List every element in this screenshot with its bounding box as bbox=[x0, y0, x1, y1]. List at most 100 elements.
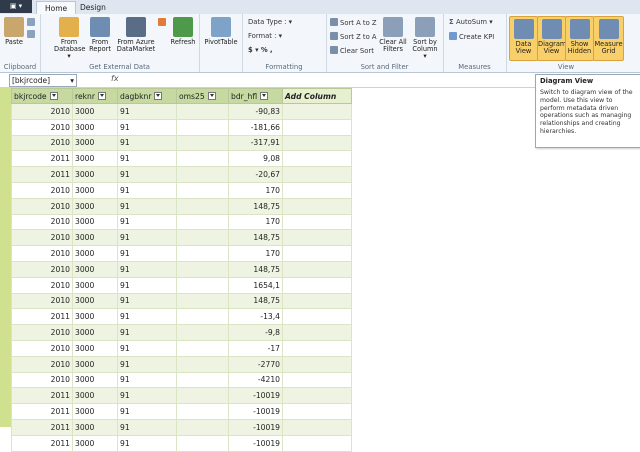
table-cell[interactable] bbox=[176, 103, 229, 120]
filter-dropdown-icon[interactable] bbox=[260, 91, 269, 100]
table-cell[interactable]: 91 bbox=[117, 181, 177, 199]
table-cell[interactable]: 3000 bbox=[72, 324, 118, 341]
table-row[interactable]: 2010 3000 91 -90,83 bbox=[11, 103, 352, 120]
data-view-button[interactable]: Data View bbox=[509, 16, 538, 61]
table-cell[interactable]: 91 bbox=[117, 355, 177, 373]
column-header-bkjrcode[interactable]: bkjrcode bbox=[11, 88, 73, 104]
table-cell[interactable] bbox=[176, 197, 229, 215]
table-cell[interactable] bbox=[176, 403, 229, 420]
table-cell[interactable]: 91 bbox=[117, 197, 177, 215]
table-cell[interactable]: 2010 bbox=[11, 355, 73, 373]
table-cell[interactable]: 91 bbox=[117, 387, 177, 405]
name-box[interactable]: [bkjrcode] ▾ bbox=[9, 74, 77, 87]
existing-connections-button[interactable] bbox=[158, 18, 168, 27]
create-kpi-button[interactable]: Create KPI bbox=[449, 32, 494, 41]
table-cell[interactable] bbox=[282, 434, 352, 452]
table-row[interactable]: 2010 3000 91 -2770 bbox=[11, 355, 352, 373]
from-database-button[interactable]: From Database ▾ bbox=[54, 17, 85, 60]
table-cell[interactable] bbox=[176, 118, 229, 136]
table-cell[interactable]: 3000 bbox=[72, 213, 118, 231]
table-cell[interactable] bbox=[176, 434, 229, 452]
from-report-button[interactable]: From Report bbox=[88, 17, 112, 53]
table-cell[interactable] bbox=[282, 324, 352, 341]
measure-grid-button[interactable]: Measure Grid bbox=[593, 16, 624, 61]
table-cell[interactable]: 3000 bbox=[72, 150, 118, 168]
tab-home[interactable]: Home bbox=[36, 1, 77, 15]
table-cell[interactable]: 9,08 bbox=[228, 150, 283, 168]
autosum-button[interactable]: Σ AutoSum ▾ bbox=[449, 18, 493, 26]
table-cell[interactable]: 91 bbox=[117, 134, 177, 152]
table-row[interactable]: 2011 3000 91 -10019 bbox=[11, 418, 352, 436]
table-cell[interactable] bbox=[282, 229, 352, 247]
clear-filters-button[interactable]: Clear All Filters bbox=[378, 17, 408, 53]
table-cell[interactable]: 2010 bbox=[11, 213, 73, 231]
table-cell[interactable]: 91 bbox=[117, 324, 177, 341]
table-row[interactable]: 2011 3000 91 -10019 bbox=[11, 403, 352, 420]
table-cell[interactable]: -10019 bbox=[228, 434, 283, 452]
table-cell[interactable] bbox=[282, 387, 352, 405]
table-cell[interactable] bbox=[282, 260, 352, 278]
table-cell[interactable] bbox=[176, 134, 229, 152]
table-cell[interactable] bbox=[176, 324, 229, 341]
table-cell[interactable]: -317,91 bbox=[228, 134, 283, 152]
refresh-button[interactable]: Refresh bbox=[168, 17, 198, 46]
table-cell[interactable]: 3000 bbox=[72, 197, 118, 215]
app-menu-button[interactable]: ▣ ▾ bbox=[0, 0, 32, 13]
table-cell[interactable]: 148,75 bbox=[228, 260, 283, 278]
table-row[interactable]: 2010 3000 91 -181,66 bbox=[11, 118, 352, 136]
table-cell[interactable]: 91 bbox=[117, 150, 177, 168]
table-cell[interactable] bbox=[282, 276, 352, 294]
table-cell[interactable]: 2011 bbox=[11, 387, 73, 405]
table-cell[interactable] bbox=[176, 229, 229, 247]
column-header-bdr-hfl[interactable]: bdr_hfl bbox=[228, 88, 283, 104]
table-cell[interactable]: 3000 bbox=[72, 229, 118, 247]
table-cell[interactable] bbox=[282, 403, 352, 420]
table-cell[interactable]: 3000 bbox=[72, 434, 118, 452]
column-header-dagbknr[interactable]: dagbknr bbox=[117, 88, 177, 104]
tab-design[interactable]: Design bbox=[72, 1, 114, 14]
table-cell[interactable]: 3000 bbox=[72, 181, 118, 199]
table-cell[interactable]: 2010 bbox=[11, 134, 73, 152]
from-azure-button[interactable]: From Azure DataMarket bbox=[114, 17, 158, 53]
table-cell[interactable] bbox=[176, 276, 229, 294]
table-cell[interactable]: 1654,1 bbox=[228, 276, 283, 294]
table-row[interactable]: 2011 3000 91 -13,4 bbox=[11, 308, 352, 326]
table-cell[interactable]: 2011 bbox=[11, 403, 73, 420]
table-cell[interactable]: -2770 bbox=[228, 355, 283, 373]
sort-az-button[interactable]: Sort A to Z bbox=[330, 18, 377, 27]
table-cell[interactable]: 91 bbox=[117, 292, 177, 310]
table-cell[interactable]: 2010 bbox=[11, 245, 73, 262]
table-cell[interactable]: 2011 bbox=[11, 308, 73, 326]
table-cell[interactable]: 170 bbox=[228, 181, 283, 199]
table-cell[interactable] bbox=[176, 371, 229, 389]
sort-by-column-button[interactable]: Sort by Column ▾ bbox=[410, 17, 440, 60]
table-cell[interactable]: -13,4 bbox=[228, 308, 283, 326]
show-hidden-button[interactable]: Show Hidden bbox=[565, 16, 594, 61]
table-cell[interactable] bbox=[176, 213, 229, 231]
table-cell[interactable] bbox=[282, 245, 352, 262]
table-cell[interactable]: 148,75 bbox=[228, 229, 283, 247]
table-cell[interactable]: 3000 bbox=[72, 292, 118, 310]
table-row[interactable]: 2011 3000 91 -20,67 bbox=[11, 166, 352, 183]
table-cell[interactable]: 3000 bbox=[72, 260, 118, 278]
table-cell[interactable] bbox=[282, 371, 352, 389]
table-cell[interactable] bbox=[282, 339, 352, 357]
table-cell[interactable]: 3000 bbox=[72, 418, 118, 436]
diagram-view-button[interactable]: Diagram View bbox=[537, 16, 566, 61]
table-cell[interactable]: -10019 bbox=[228, 418, 283, 436]
table-cell[interactable]: 170 bbox=[228, 245, 283, 262]
table-cell[interactable]: 91 bbox=[117, 371, 177, 389]
table-cell[interactable] bbox=[176, 181, 229, 199]
table-cell[interactable] bbox=[176, 166, 229, 183]
table-cell[interactable]: -20,67 bbox=[228, 166, 283, 183]
table-cell[interactable]: 2010 bbox=[11, 339, 73, 357]
column-header-reknr[interactable]: reknr bbox=[72, 88, 118, 104]
table-row[interactable]: 2010 3000 91 148,75 bbox=[11, 292, 352, 310]
table-cell[interactable] bbox=[282, 150, 352, 168]
table-cell[interactable] bbox=[282, 197, 352, 215]
column-header-oms25[interactable]: oms25 bbox=[176, 88, 229, 104]
table-row[interactable]: 2011 3000 91 -10019 bbox=[11, 387, 352, 405]
clear-sort-button[interactable]: Clear Sort bbox=[330, 46, 374, 55]
table-cell[interactable]: -9,8 bbox=[228, 324, 283, 341]
table-cell[interactable]: 91 bbox=[117, 418, 177, 436]
